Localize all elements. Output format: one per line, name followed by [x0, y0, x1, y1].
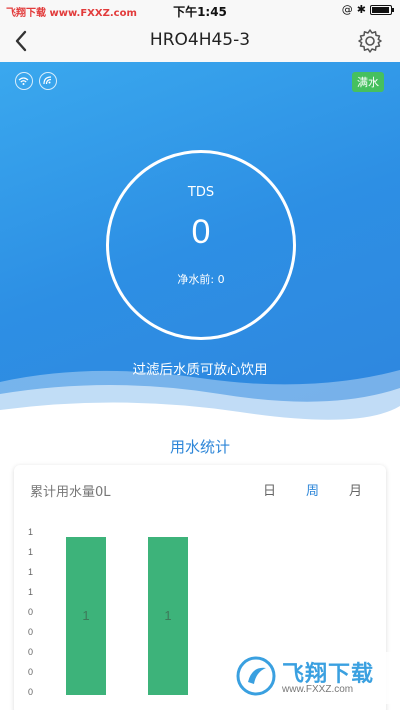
tds-gauge: TDS 0 净水前: 0 [106, 150, 296, 340]
usage-stats-title: 用水统计 [169, 438, 230, 456]
battery-icon [370, 4, 394, 15]
status-bar: 飞翔下载 www.FXXZ.com 下午1:45 @ ✱ [0, 0, 400, 20]
wave-decoration [0, 370, 400, 430]
signal-icon [39, 72, 57, 90]
bar-value-label: 1 [82, 608, 90, 623]
nav-bar: HRO4H45-3 [0, 20, 400, 62]
y-tick-label: 1 [28, 567, 34, 577]
tds-label: TDS [187, 185, 215, 200]
usage-bar: 1 [66, 537, 106, 695]
site-watermark: 飞翔下载 www.FXXZ.com [232, 652, 392, 704]
water-full-badge: 满水 [352, 72, 384, 92]
gear-icon [358, 29, 382, 53]
settings-button[interactable] [356, 27, 384, 55]
tab-week[interactable]: 周 [306, 480, 319, 499]
bluetooth-icon: ✱ [356, 3, 366, 16]
status-icons: @ ✱ [341, 3, 394, 16]
y-tick-label: 0 [28, 607, 34, 617]
wifi-icon [15, 72, 33, 90]
y-tick-label: 0 [28, 687, 34, 697]
at-icon: @ [341, 3, 353, 16]
connection-icons [15, 72, 57, 90]
usage-bar: 1 [148, 537, 188, 695]
tds-before-filter: 净水前: 0 [177, 273, 225, 286]
bar-value-label: 1 [164, 608, 172, 623]
watermark-url: www.FXXZ.com [282, 684, 354, 695]
y-tick-label: 1 [28, 527, 34, 537]
page-title: HRO4H45-3 [149, 30, 251, 50]
tab-month[interactable]: 月 [349, 480, 362, 499]
water-quality-panel: 满水 TDS 0 净水前: 0 过滤后水质可放心饮用 [0, 62, 400, 430]
period-tabs: 日 周 月 [263, 480, 362, 499]
y-tick-label: 0 [28, 647, 34, 657]
tab-day[interactable]: 日 [263, 480, 276, 499]
y-tick-label: 1 [28, 587, 34, 597]
tds-value: 0 [191, 213, 211, 251]
total-usage: 累计用水量0L [30, 485, 111, 500]
watermark-logo-icon [236, 656, 276, 696]
y-tick-label: 0 [28, 627, 34, 637]
status-time: 下午1:45 [173, 5, 227, 19]
y-tick-label: 1 [28, 547, 34, 557]
y-tick-label: 0 [28, 667, 34, 677]
